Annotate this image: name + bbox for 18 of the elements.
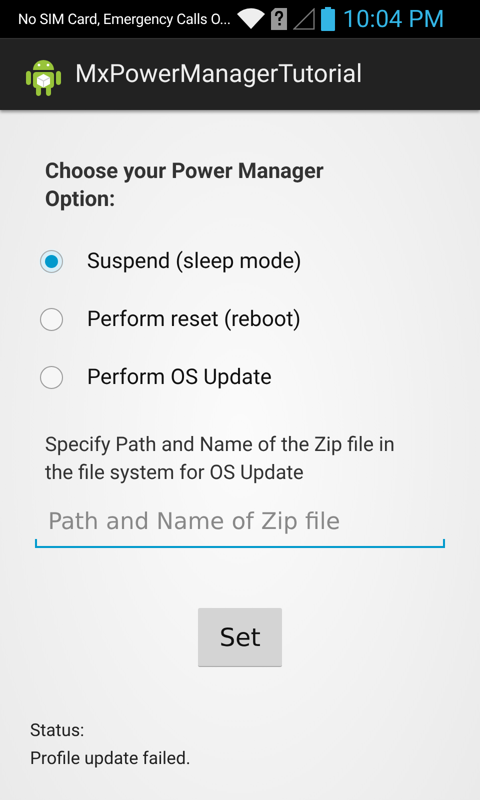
radio-button[interactable] bbox=[40, 250, 63, 272]
question-icon bbox=[270, 8, 287, 30]
wifi-icon bbox=[236, 8, 265, 30]
status-label: Status: bbox=[30, 720, 86, 743]
notification-text: No SIM Card, Emergency Calls O... bbox=[18, 10, 231, 28]
option-label[interactable]: Suspend (sleep mode) bbox=[87, 248, 302, 274]
radio-button[interactable] bbox=[40, 308, 63, 330]
battery-icon bbox=[320, 7, 335, 31]
option-label[interactable]: Perform OS Update bbox=[87, 364, 272, 390]
status-message: Profile update failed. bbox=[30, 748, 192, 771]
instruction-text: Specify Path and Name of the Zip file in the file system for OS Update bbox=[45, 431, 396, 486]
set-button[interactable]: Set bbox=[198, 608, 282, 667]
app-title: MxPowerManagerTutorial bbox=[75, 60, 362, 89]
option-label[interactable]: Perform reset (reboot) bbox=[87, 306, 301, 332]
section-heading: Choose your Power Manager Option: bbox=[45, 158, 325, 214]
signal-icon bbox=[292, 8, 315, 30]
clock-time: 10:04 PM bbox=[342, 5, 444, 33]
radio-button[interactable] bbox=[40, 366, 63, 388]
